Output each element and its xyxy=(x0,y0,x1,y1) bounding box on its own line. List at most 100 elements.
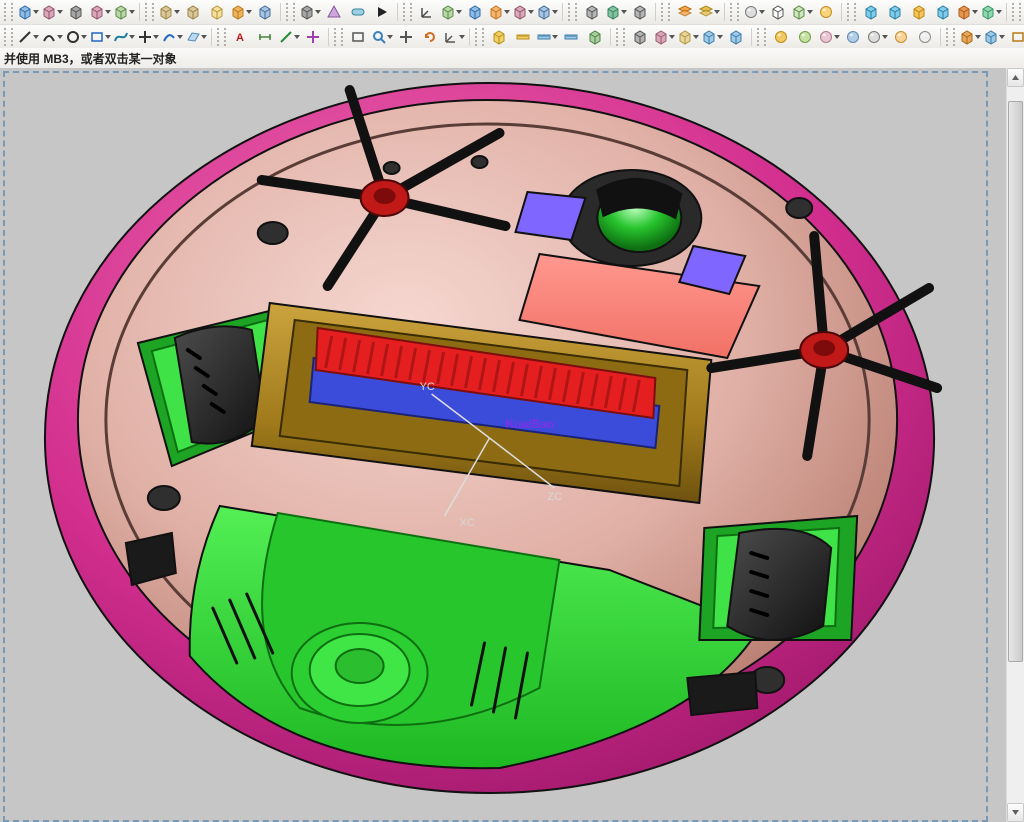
sketch-curve-icon[interactable] xyxy=(160,26,184,48)
point-icon[interactable] xyxy=(136,26,160,48)
dim-icon[interactable] xyxy=(253,26,277,48)
line-icon[interactable] xyxy=(16,26,40,48)
toolbar-grip[interactable] xyxy=(946,28,955,46)
edge-blend-icon[interactable] xyxy=(157,1,181,23)
view-style3-icon[interactable] xyxy=(817,26,841,48)
subtract-icon[interactable] xyxy=(88,1,112,23)
plane-icon[interactable] xyxy=(184,26,208,48)
csys-icon[interactable] xyxy=(415,1,439,23)
edit-curve-icon[interactable] xyxy=(277,26,301,48)
analysis4-icon[interactable] xyxy=(700,26,724,48)
watermark-text: KuaiBao xyxy=(505,417,554,431)
layer-icon[interactable] xyxy=(673,1,697,23)
unite-icon[interactable] xyxy=(112,1,136,23)
view-style6-icon[interactable] xyxy=(889,26,913,48)
toolbar-grip[interactable] xyxy=(616,28,625,46)
toolbar-grip[interactable] xyxy=(1012,3,1021,21)
assembly-icon[interactable] xyxy=(439,1,463,23)
text-icon[interactable]: A xyxy=(229,26,253,48)
mold-tool1-icon[interactable] xyxy=(859,1,883,23)
toolbar-separator xyxy=(724,3,725,21)
view-style4-icon[interactable] xyxy=(841,26,865,48)
move-comp-icon[interactable] xyxy=(511,1,535,23)
more-feature1-icon[interactable] xyxy=(298,1,322,23)
pattern-icon[interactable] xyxy=(253,1,277,23)
toolbar-grip[interactable] xyxy=(568,3,577,21)
draft-icon[interactable] xyxy=(205,1,229,23)
toolbar-grip[interactable] xyxy=(661,3,670,21)
more-feature3-icon[interactable] xyxy=(346,1,370,23)
constraint-icon[interactable] xyxy=(487,1,511,23)
layer-visible-icon[interactable] xyxy=(697,1,721,23)
analysis3-icon[interactable] xyxy=(676,26,700,48)
measure2-icon[interactable] xyxy=(535,26,559,48)
extrude-icon[interactable] xyxy=(16,1,40,23)
rotate-icon[interactable] xyxy=(418,26,442,48)
wave-icon[interactable] xyxy=(1006,26,1024,48)
toolbar-grip[interactable] xyxy=(217,28,226,46)
mold-tool3-icon[interactable] xyxy=(907,1,931,23)
toolbar-grip[interactable] xyxy=(475,28,484,46)
toolbar-grip[interactable] xyxy=(730,3,739,21)
scroll-track[interactable] xyxy=(1007,87,1024,803)
move-obj-icon[interactable] xyxy=(487,26,511,48)
show-hide1-icon[interactable] xyxy=(580,1,604,23)
view-style5-icon[interactable] xyxy=(865,26,889,48)
toolbar-grip[interactable] xyxy=(286,3,295,21)
status-prompt: 并使用 MB3，或者双击某一对象 xyxy=(0,48,1024,69)
mold-tool2-icon[interactable] xyxy=(883,1,907,23)
toolbar-grip[interactable] xyxy=(4,3,13,21)
toolbar-separator xyxy=(280,3,281,21)
shaded-icon[interactable] xyxy=(814,1,838,23)
hole-icon[interactable] xyxy=(64,1,88,23)
toolbar-grip[interactable] xyxy=(334,28,343,46)
revolve-icon[interactable] xyxy=(40,1,64,23)
show-hide3-icon[interactable] xyxy=(628,1,652,23)
wireframe-icon[interactable] xyxy=(766,1,790,23)
analysis1-icon[interactable] xyxy=(628,26,652,48)
vertical-scrollbar[interactable] xyxy=(1006,68,1024,822)
view-style7-icon[interactable] xyxy=(913,26,937,48)
analysis5-icon[interactable] xyxy=(724,26,748,48)
toolbar-grip[interactable] xyxy=(403,3,412,21)
pan-icon[interactable] xyxy=(394,26,418,48)
arc-icon[interactable] xyxy=(40,26,64,48)
scroll-up-button[interactable] xyxy=(1007,68,1024,87)
graphics-viewport[interactable]: XC YC ZC KuaiBao xyxy=(0,68,1006,822)
shell-icon[interactable] xyxy=(229,1,253,23)
measure1-icon[interactable] xyxy=(511,26,535,48)
mold-tool4-icon[interactable] xyxy=(931,1,955,23)
toolbar-grip[interactable] xyxy=(4,28,13,46)
section-icon[interactable] xyxy=(583,26,607,48)
more-feature2-icon[interactable] xyxy=(322,1,346,23)
pattern-comp-icon[interactable] xyxy=(535,1,559,23)
rect-icon[interactable] xyxy=(88,26,112,48)
orient-icon[interactable] xyxy=(442,26,466,48)
zoom-icon[interactable] xyxy=(370,26,394,48)
spline-icon[interactable] xyxy=(112,26,136,48)
toolbar-grip[interactable] xyxy=(847,3,856,21)
circle-icon[interactable] xyxy=(64,26,88,48)
play-icon[interactable] xyxy=(370,1,394,23)
viewport-frame: XC YC ZC KuaiBao xyxy=(0,68,1024,822)
toolbar-separator xyxy=(751,28,752,46)
toolbar-grip[interactable] xyxy=(757,28,766,46)
color1-icon[interactable] xyxy=(958,26,982,48)
measure3-icon[interactable] xyxy=(559,26,583,48)
trim-icon[interactable] xyxy=(301,26,325,48)
chamfer-icon[interactable] xyxy=(181,1,205,23)
view-style2-icon[interactable] xyxy=(793,26,817,48)
mold-tool6-icon[interactable] xyxy=(979,1,1003,23)
scroll-thumb[interactable] xyxy=(1008,101,1023,661)
mold-tool5-icon[interactable] xyxy=(955,1,979,23)
analysis2-icon[interactable] xyxy=(652,26,676,48)
face-edges-icon[interactable] xyxy=(790,1,814,23)
scroll-down-button[interactable] xyxy=(1007,803,1024,822)
view-style1-icon[interactable] xyxy=(769,26,793,48)
render-style-icon[interactable] xyxy=(742,1,766,23)
add-comp-icon[interactable] xyxy=(463,1,487,23)
toolbar-grip[interactable] xyxy=(145,3,154,21)
show-hide2-icon[interactable] xyxy=(604,1,628,23)
color2-icon[interactable] xyxy=(982,26,1006,48)
fit-icon[interactable] xyxy=(346,26,370,48)
